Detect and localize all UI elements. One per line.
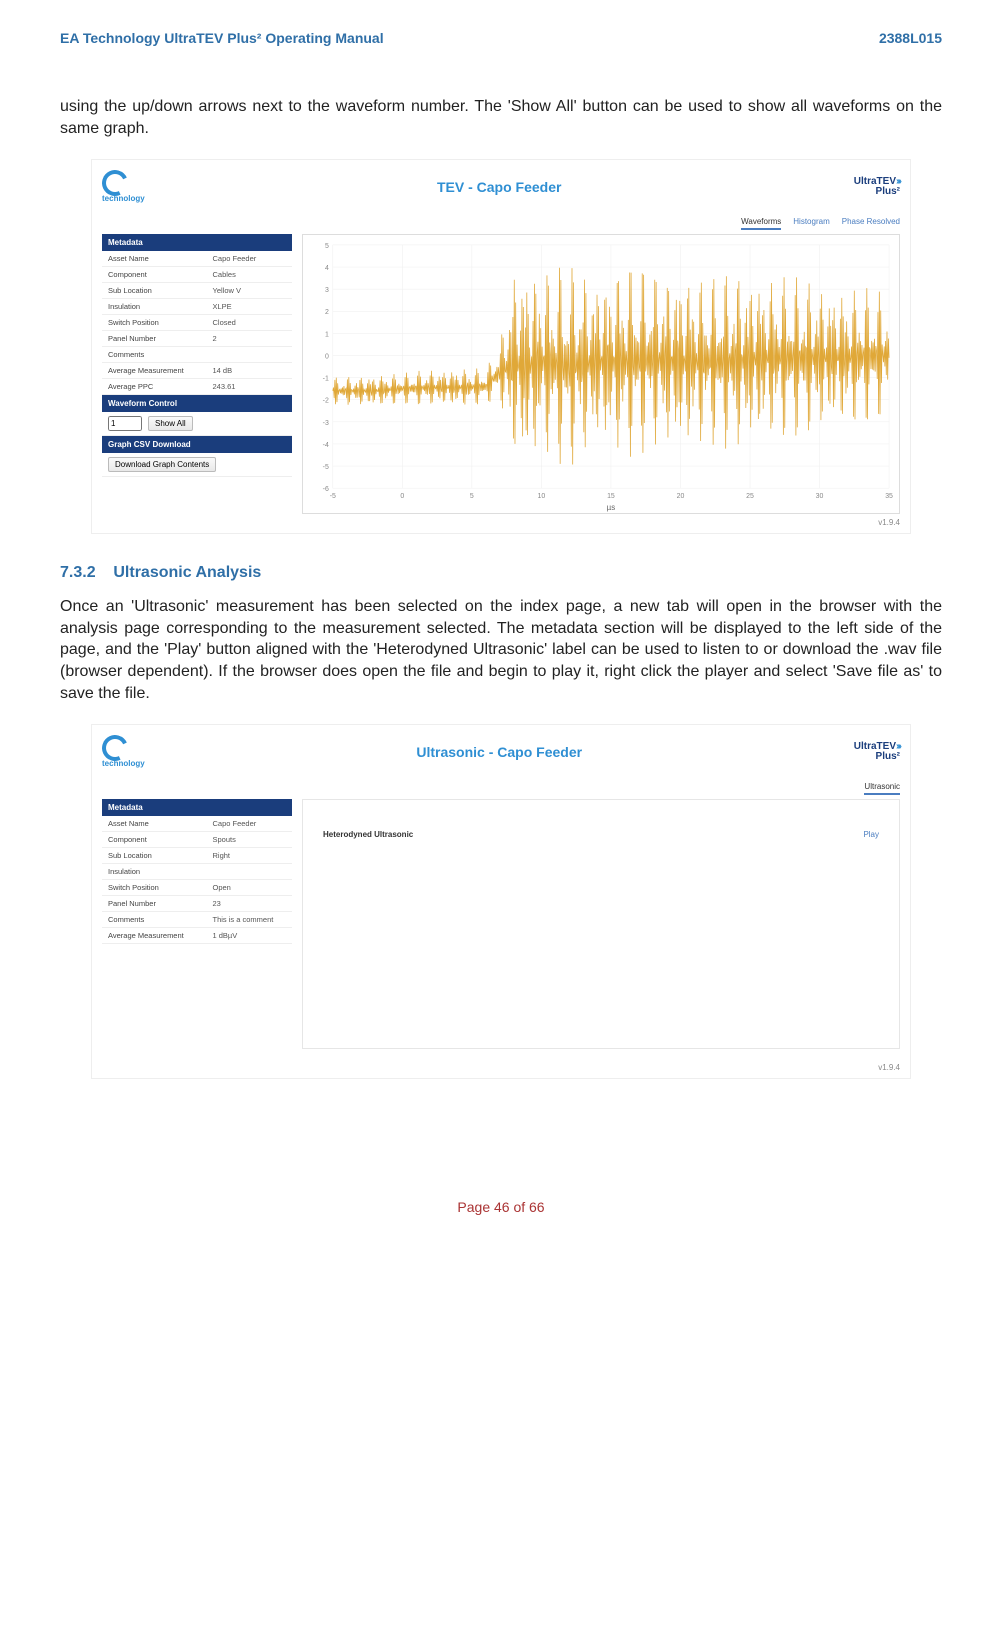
svg-text:1: 1: [325, 332, 329, 339]
table-row: ComponentSpouts: [102, 832, 292, 848]
metadata-table: Asset NameCapo Feeder ComponentSpouts Su…: [102, 816, 292, 944]
section-title: Ultrasonic Analysis: [113, 564, 261, 581]
heterodyned-label: Heterodyned Ultrasonic: [323, 830, 413, 839]
table-row: Switch PositionOpen: [102, 880, 292, 896]
svg-text:4: 4: [325, 265, 329, 272]
logo: technology: [102, 735, 145, 768]
table-row: Panel Number23: [102, 896, 292, 912]
logo-text: technology: [102, 194, 145, 203]
table-row: ComponentCables: [102, 267, 292, 283]
table-row: Switch PositionClosed: [102, 315, 292, 331]
svg-text:15: 15: [607, 493, 615, 500]
svg-text:3: 3: [325, 287, 329, 294]
svg-text:5: 5: [325, 243, 329, 250]
table-row: Average PPC243.61: [102, 379, 292, 395]
ss2-tabs: Ultrasonic: [102, 782, 900, 795]
ss1-tabs: Waveforms Histogram Phase Resolved: [102, 217, 900, 230]
tab-waveforms[interactable]: Waveforms: [741, 217, 781, 230]
csv-download-header: Graph CSV Download: [102, 436, 292, 453]
chart-svg: -6-5-4-3-2-1012345-505101520253035µs: [303, 235, 899, 513]
waveform-number-input[interactable]: [108, 416, 142, 431]
svg-text:-3: -3: [323, 420, 329, 427]
svg-text:25: 25: [746, 493, 754, 500]
svg-text:-6: -6: [323, 486, 329, 493]
ss1-title: TEV - Capo Feeder: [145, 179, 854, 195]
table-row: Sub LocationYellow V: [102, 283, 292, 299]
ss1-sidebar: Metadata Asset NameCapo Feeder Component…: [102, 234, 292, 477]
doc-header-right: 2388L015: [879, 30, 942, 46]
tab-histogram[interactable]: Histogram: [793, 217, 829, 230]
play-link[interactable]: Play: [863, 830, 879, 839]
ss2-title: Ultrasonic - Capo Feeder: [145, 744, 854, 760]
svg-text:0: 0: [325, 354, 329, 361]
svg-text:30: 30: [816, 493, 824, 500]
ss1-header: technology TEV - Capo Feeder UltraTEV›››…: [102, 166, 900, 211]
svg-text:2: 2: [325, 309, 329, 316]
svg-text:10: 10: [538, 493, 546, 500]
waveform-chart: -6-5-4-3-2-1012345-505101520253035µs: [302, 234, 900, 514]
brand: UltraTEV››› Plus²: [854, 742, 900, 762]
svg-text:20: 20: [677, 493, 685, 500]
svg-text:5: 5: [470, 493, 474, 500]
waveform-control-header: Waveform Control: [102, 395, 292, 412]
logo-text: technology: [102, 759, 145, 768]
svg-text:-1: -1: [323, 376, 329, 383]
doc-header-left: EA Technology UltraTEV Plus² Operating M…: [60, 30, 384, 46]
show-all-button[interactable]: Show All: [148, 416, 193, 431]
svg-text:-2: -2: [323, 398, 329, 405]
brand-sub: Plus²: [876, 751, 900, 762]
tab-ultrasonic[interactable]: Ultrasonic: [864, 782, 900, 795]
metadata-header: Metadata: [102, 799, 292, 816]
ultrasonic-main: Heterodyned Ultrasonic Play: [302, 799, 900, 1049]
svg-text:-5: -5: [330, 493, 336, 500]
paragraph-1: using the up/down arrows next to the wav…: [60, 96, 942, 139]
table-row: Average Measurement14 dB: [102, 363, 292, 379]
brand: UltraTEV››› Plus²: [854, 177, 900, 197]
ss2-header: technology Ultrasonic - Capo Feeder Ultr…: [102, 731, 900, 776]
page-footer: Page 46 of 66: [60, 1199, 942, 1215]
table-row: CommentsThis is a comment: [102, 912, 292, 928]
doc-header: EA Technology UltraTEV Plus² Operating M…: [60, 30, 942, 46]
table-row: InsulationXLPE: [102, 299, 292, 315]
table-row: Asset NameCapo Feeder: [102, 816, 292, 832]
section-number: 7.3.2: [60, 564, 96, 581]
ss2-version: v1.9.4: [102, 1063, 900, 1072]
screenshot-tev: technology TEV - Capo Feeder UltraTEV›››…: [91, 159, 911, 534]
table-row: Asset NameCapo Feeder: [102, 251, 292, 267]
table-row: Insulation: [102, 864, 292, 880]
screenshot-ultrasonic: technology Ultrasonic - Capo Feeder Ultr…: [91, 724, 911, 1079]
logo: technology: [102, 170, 145, 203]
svg-text:0: 0: [400, 493, 404, 500]
svg-text:µs: µs: [607, 503, 616, 512]
svg-text:35: 35: [885, 493, 893, 500]
table-row: Comments: [102, 347, 292, 363]
paragraph-2: Once an 'Ultrasonic' measurement has bee…: [60, 596, 942, 704]
tab-phase-resolved[interactable]: Phase Resolved: [842, 217, 900, 230]
svg-text:-5: -5: [323, 464, 329, 471]
ss1-version: v1.9.4: [102, 518, 900, 527]
ss2-sidebar: Metadata Asset NameCapo Feeder Component…: [102, 799, 292, 944]
table-row: Sub LocationRight: [102, 848, 292, 864]
metadata-header: Metadata: [102, 234, 292, 251]
table-row: Average Measurement1 dBµV: [102, 928, 292, 944]
brand-sub: Plus²: [876, 186, 900, 197]
metadata-table: Asset NameCapo Feeder ComponentCables Su…: [102, 251, 292, 395]
section-heading: 7.3.2 Ultrasonic Analysis: [60, 564, 942, 582]
svg-text:-4: -4: [323, 442, 329, 449]
download-button[interactable]: Download Graph Contents: [108, 457, 216, 472]
table-row: Panel Number2: [102, 331, 292, 347]
